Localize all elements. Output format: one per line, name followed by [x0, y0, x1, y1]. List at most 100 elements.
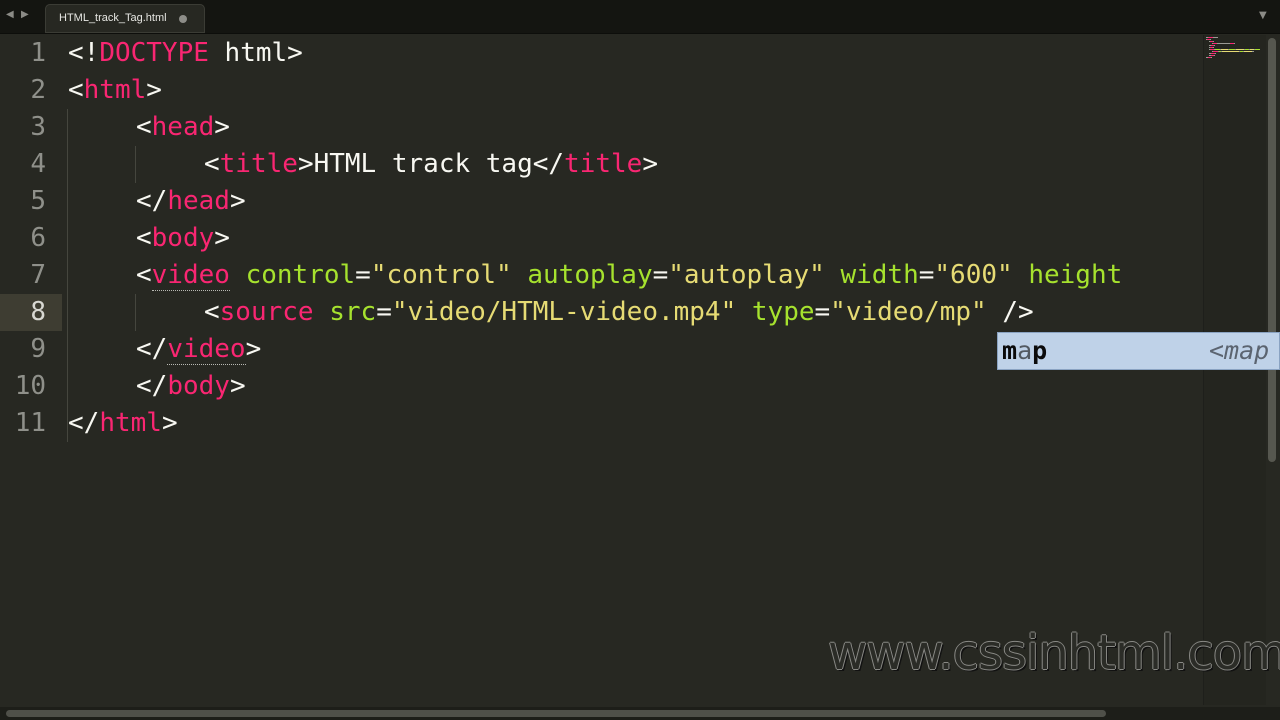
autocomplete-unmatched-text: a — [1017, 336, 1033, 365]
code-token: head — [167, 186, 230, 216]
indent-guide — [67, 109, 68, 442]
code-token: head — [151, 112, 215, 142]
code-token: < — [68, 75, 84, 105]
minimap-line — [1236, 49, 1244, 50]
code-token: > — [146, 75, 162, 105]
code-line: <source src="video/HTML-video.mp4" type=… — [204, 294, 1034, 331]
code-token: height — [1028, 260, 1123, 290]
code-line: <!DOCTYPE html> — [68, 35, 303, 72]
code-token: > — [214, 112, 230, 142]
code-token: < — [136, 260, 152, 290]
autocomplete-item-trigger[interactable]: map — [1002, 336, 1047, 366]
code-token: > — [214, 223, 230, 253]
tab-bar: ◀ ▶ HTML_track_Tag.html ▼ — [0, 0, 1280, 34]
unsaved-dot-icon[interactable] — [179, 15, 187, 23]
minimap-line — [1214, 45, 1215, 46]
code-line: <title>HTML track tag</title> — [204, 146, 658, 183]
minimap[interactable] — [1203, 35, 1266, 705]
code-token: video — [151, 260, 230, 291]
code-line: <head> — [136, 109, 230, 146]
code-token: "control" — [370, 260, 512, 290]
autocomplete-item-contents: <map — [1209, 336, 1270, 365]
minimap-line — [1213, 37, 1218, 38]
code-token: </ — [136, 371, 168, 401]
code-token: control — [245, 260, 356, 290]
code-token: "video/HTML-video.mp4" — [391, 297, 737, 327]
code-line: </html> — [68, 405, 178, 442]
code-token: "autoplay" — [668, 260, 825, 290]
code-token: html> — [208, 38, 303, 68]
code-token: = — [814, 297, 831, 327]
tab-filename: HTML_track_Tag.html — [59, 12, 167, 24]
code-line: </body> — [136, 368, 246, 405]
code-token: > — [245, 334, 262, 364]
code-token: = — [918, 260, 935, 290]
vertical-scrollbar[interactable] — [1268, 38, 1276, 462]
code-token: = — [376, 297, 392, 327]
code-token: body — [167, 371, 230, 401]
code-token: title — [219, 149, 298, 179]
code-token: </ — [136, 186, 168, 216]
code-line: </head> — [136, 183, 246, 220]
tab-list-menu-icon[interactable]: ▼ — [1259, 10, 1267, 21]
watermark: www.cssinhtml.com — [828, 625, 1280, 681]
code-token: = — [652, 260, 669, 290]
indent-guide — [135, 146, 136, 183]
minimap-line — [1221, 49, 1228, 50]
code-token: > — [642, 149, 658, 179]
horizontal-scrollbar[interactable] — [6, 710, 1106, 717]
minimap-line — [1252, 51, 1254, 52]
code-token: html — [99, 408, 162, 438]
code-token: html — [83, 75, 147, 105]
autocomplete-match-text: p — [1032, 336, 1048, 365]
code-editor[interactable]: <!DOCTYPE html> <html> <head> <title>HTML t… — [0, 35, 1205, 705]
minimap-line — [1244, 51, 1252, 52]
code-token: < — [136, 112, 152, 142]
minimap-line — [1234, 43, 1235, 44]
code-token: /> — [986, 297, 1034, 327]
code-line: <video control="control" autoplay="autop… — [136, 257, 1122, 294]
code-token: "600" — [934, 260, 1013, 290]
code-token: < — [204, 149, 220, 179]
code-token: = — [355, 260, 371, 290]
minimap-line — [1215, 53, 1216, 54]
autocomplete-match-text: m — [1002, 336, 1018, 365]
code-token: src — [329, 297, 377, 327]
minimap-line — [1255, 49, 1260, 50]
code-token: source — [219, 297, 314, 327]
indent-guide — [135, 294, 136, 331]
code-token: >HTML track tag</ — [297, 149, 565, 179]
file-tab[interactable]: HTML_track_Tag.html — [45, 4, 205, 33]
autocomplete-popup[interactable]: map <map — [997, 332, 1280, 370]
minimap-line — [1213, 41, 1214, 42]
code-token: > — [229, 186, 246, 216]
tab-scroll-left-icon[interactable]: ◀ — [6, 9, 14, 20]
minimap-line — [1210, 39, 1211, 40]
code-line: <body> — [136, 220, 230, 257]
code-token: > — [161, 408, 178, 438]
minimap-line — [1213, 47, 1214, 48]
code-line: <html> — [68, 72, 162, 109]
code-token: DOCTYPE — [99, 38, 209, 68]
code-token: < — [136, 223, 152, 253]
code-token: video — [167, 334, 246, 365]
code-token: < — [204, 297, 220, 327]
code-token: width — [840, 260, 919, 290]
code-token: type — [751, 297, 815, 327]
code-token: autoplay — [527, 260, 653, 290]
code-token: > — [229, 371, 246, 401]
code-token: <! — [68, 38, 100, 68]
code-token: body — [151, 223, 215, 253]
code-token: </ — [136, 334, 168, 364]
minimap-line — [1222, 51, 1239, 52]
code-token: </ — [68, 408, 100, 438]
tab-scroll-right-icon[interactable]: ▶ — [21, 9, 29, 20]
minimap-line — [1217, 43, 1230, 44]
minimap-line — [1214, 55, 1215, 56]
